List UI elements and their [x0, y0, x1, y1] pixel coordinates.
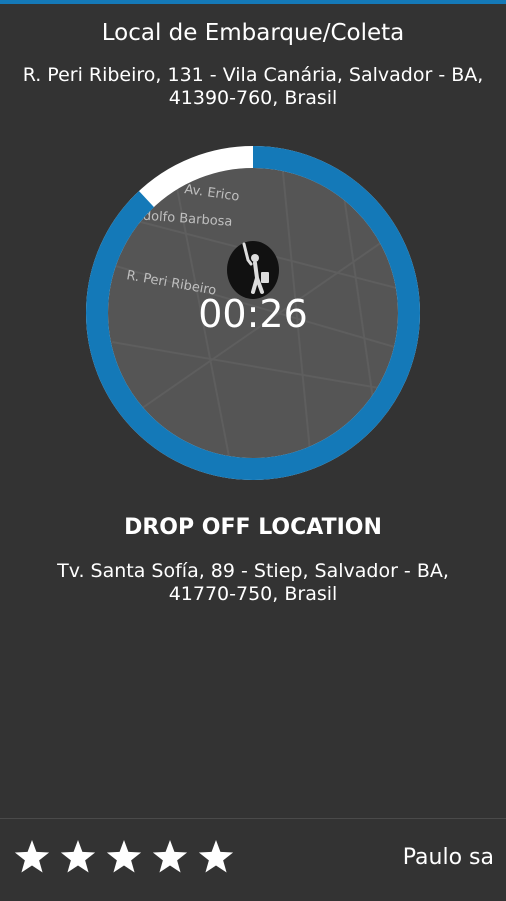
top-accent-bar [0, 0, 506, 4]
dropoff-address-line2: 41770-750, Brasil [168, 583, 338, 605]
countdown-text: 00:26 [198, 292, 308, 336]
pickup-address-line2: 41390-760, Brasil [168, 87, 338, 109]
driver-name: Paulo sa [402, 845, 494, 870]
dropoff-title: DROP OFF LOCATION [124, 515, 382, 540]
pickup-address: R. Peri Ribeiro, 131 - Vila Canária, Sal… [0, 64, 506, 110]
pickup-title: Local de Embarque/Coleta [101, 20, 405, 46]
star-icon [60, 840, 96, 873]
driver-bar: Paulo sa [0, 818, 506, 901]
dropoff-address: Tv. Santa Sofía, 89 - Stiep, Salvador - … [0, 560, 506, 606]
rating-stars [14, 839, 234, 875]
countdown-timer: Av. Erico Adolfo Barbosa R. Peri Ribeiro… [82, 142, 424, 484]
star-icon [152, 840, 188, 873]
person-hailing-icon [227, 241, 279, 299]
dropoff-address-line1: Tv. Santa Sofía, 89 - Stiep, Salvador - … [57, 560, 449, 582]
star-icon [106, 840, 142, 873]
pickup-address-line1: R. Peri Ribeiro, 131 - Vila Canária, Sal… [22, 64, 484, 86]
star-icon [14, 840, 50, 873]
star-icon [198, 840, 234, 873]
